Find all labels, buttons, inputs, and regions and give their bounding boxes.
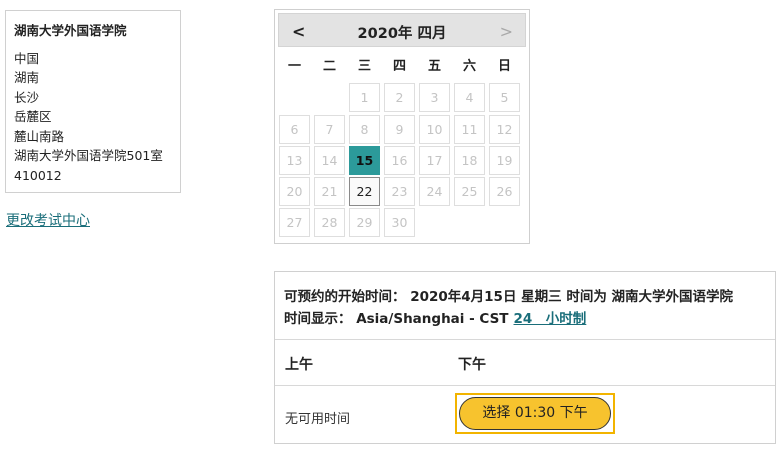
timezone-text: 时间显示： Asia/Shanghai - CST [284,311,509,327]
calendar-day[interactable]: 20 [279,177,310,206]
calendar-day[interactable]: 23 [384,177,415,206]
next-month-button[interactable]: > [500,22,513,41]
calendar-day[interactable]: 14 [314,146,345,175]
calendar-day[interactable]: 6 [279,115,310,144]
calendar-day[interactable]: 28 [314,208,345,237]
calendar-day[interactable]: 26 [489,177,520,206]
address-line-room: 湖南大学外国语学院501室 [14,148,163,163]
calendar-day-selected[interactable]: 15 [349,146,380,175]
calendar-day[interactable]: 24 [419,177,450,206]
calendar-day[interactable]: 12 [489,115,520,144]
weekday-header-row: 一二三四五六日 [279,55,527,75]
address-line-country: 中国 [14,50,40,66]
calendar-day[interactable]: 17 [419,146,450,175]
change-test-center-link[interactable]: 更改考试中心 [6,210,90,230]
time-slot-panel: 可预约的开始时间： 2020年4月15日 星期三 时间为 湖南大学外国语学院 时… [274,271,776,444]
slot-button-focus-ring: 选择 01:30 下午 [455,393,615,434]
am-no-availability-text: 无可用时间 [285,412,351,427]
weekday-label: 二 [322,59,336,74]
address-line-district: 岳麓区 [14,109,52,124]
calendar-header: < 2020年 四月 > [278,13,526,47]
calendar-day[interactable]: 27 [279,208,310,237]
calendar-day[interactable]: 3 [419,83,450,112]
24-hour-format-link[interactable]: 24 小时制 [514,311,587,327]
weekday-label: 一 [287,59,301,74]
address-line-province: 湖南 [14,70,40,85]
timezone-text-row: 时间显示： Asia/Shanghai - CST 24 小时制 [284,308,775,330]
calendar-day[interactable]: 18 [454,146,485,175]
calendar-day[interactable]: 4 [454,83,485,112]
weekday-label: 三 [357,59,371,74]
calendar-day[interactable]: 22 [349,177,380,206]
address-line-street: 麓山南路 [14,128,65,144]
slot-info-header: 可预约的开始时间： 2020年4月15日 星期三 时间为 湖南大学外国语学院 时… [275,272,775,340]
available-date-text: 可预约的开始时间： 2020年4月15日 星期三 时间为 湖南大学外国语学院 [284,289,734,305]
weekday-label: 日 [497,59,511,74]
address-line-postcode: 410012 [14,167,62,183]
calendar-day[interactable]: 25 [454,177,485,206]
weekday-label: 四 [392,59,406,74]
test-center-name: 湖南大学外国语学院 [14,23,127,38]
calendar-day[interactable]: 8 [349,115,380,144]
calendar-day[interactable]: 5 [489,83,520,112]
am-column-header: 上午 [285,357,313,373]
weekday-label: 五 [427,59,441,74]
calendar-day[interactable]: 11 [454,115,485,144]
calendar-day[interactable]: 30 [384,208,415,237]
calendar-day[interactable]: 13 [279,146,310,175]
select-0130-pm-button[interactable]: 选择 01:30 下午 [459,397,611,430]
calendar-day[interactable]: 1 [349,83,380,112]
address-line-city: 长沙 [14,89,40,105]
calendar-day[interactable]: 2 [384,83,415,112]
pm-column-header: 下午 [458,357,486,373]
calendar-day[interactable]: 16 [384,146,415,175]
date-picker-calendar: < 2020年 四月 > 一二三四五六日 1 2 3 4 5 6 7 8 9 10 11 12 13 14… [274,9,530,244]
calendar-day[interactable]: 29 [349,208,380,237]
slot-columns-header: 上午 下午 [275,340,775,386]
weekday-label: 六 [462,59,476,74]
calendar-day[interactable]: 9 [384,115,415,144]
calendar-month-title: 2020年 四月 [357,26,447,42]
calendar-day[interactable]: 19 [489,146,520,175]
test-center-address-card: 湖南大学外国语学院 中国 湖南 长沙 岳麓区 麓山南路 湖南大学外国语学院501… [5,10,181,193]
calendar-day[interactable]: 21 [314,177,345,206]
calendar-day[interactable]: 10 [419,115,450,144]
calendar-day[interactable]: 7 [314,115,345,144]
